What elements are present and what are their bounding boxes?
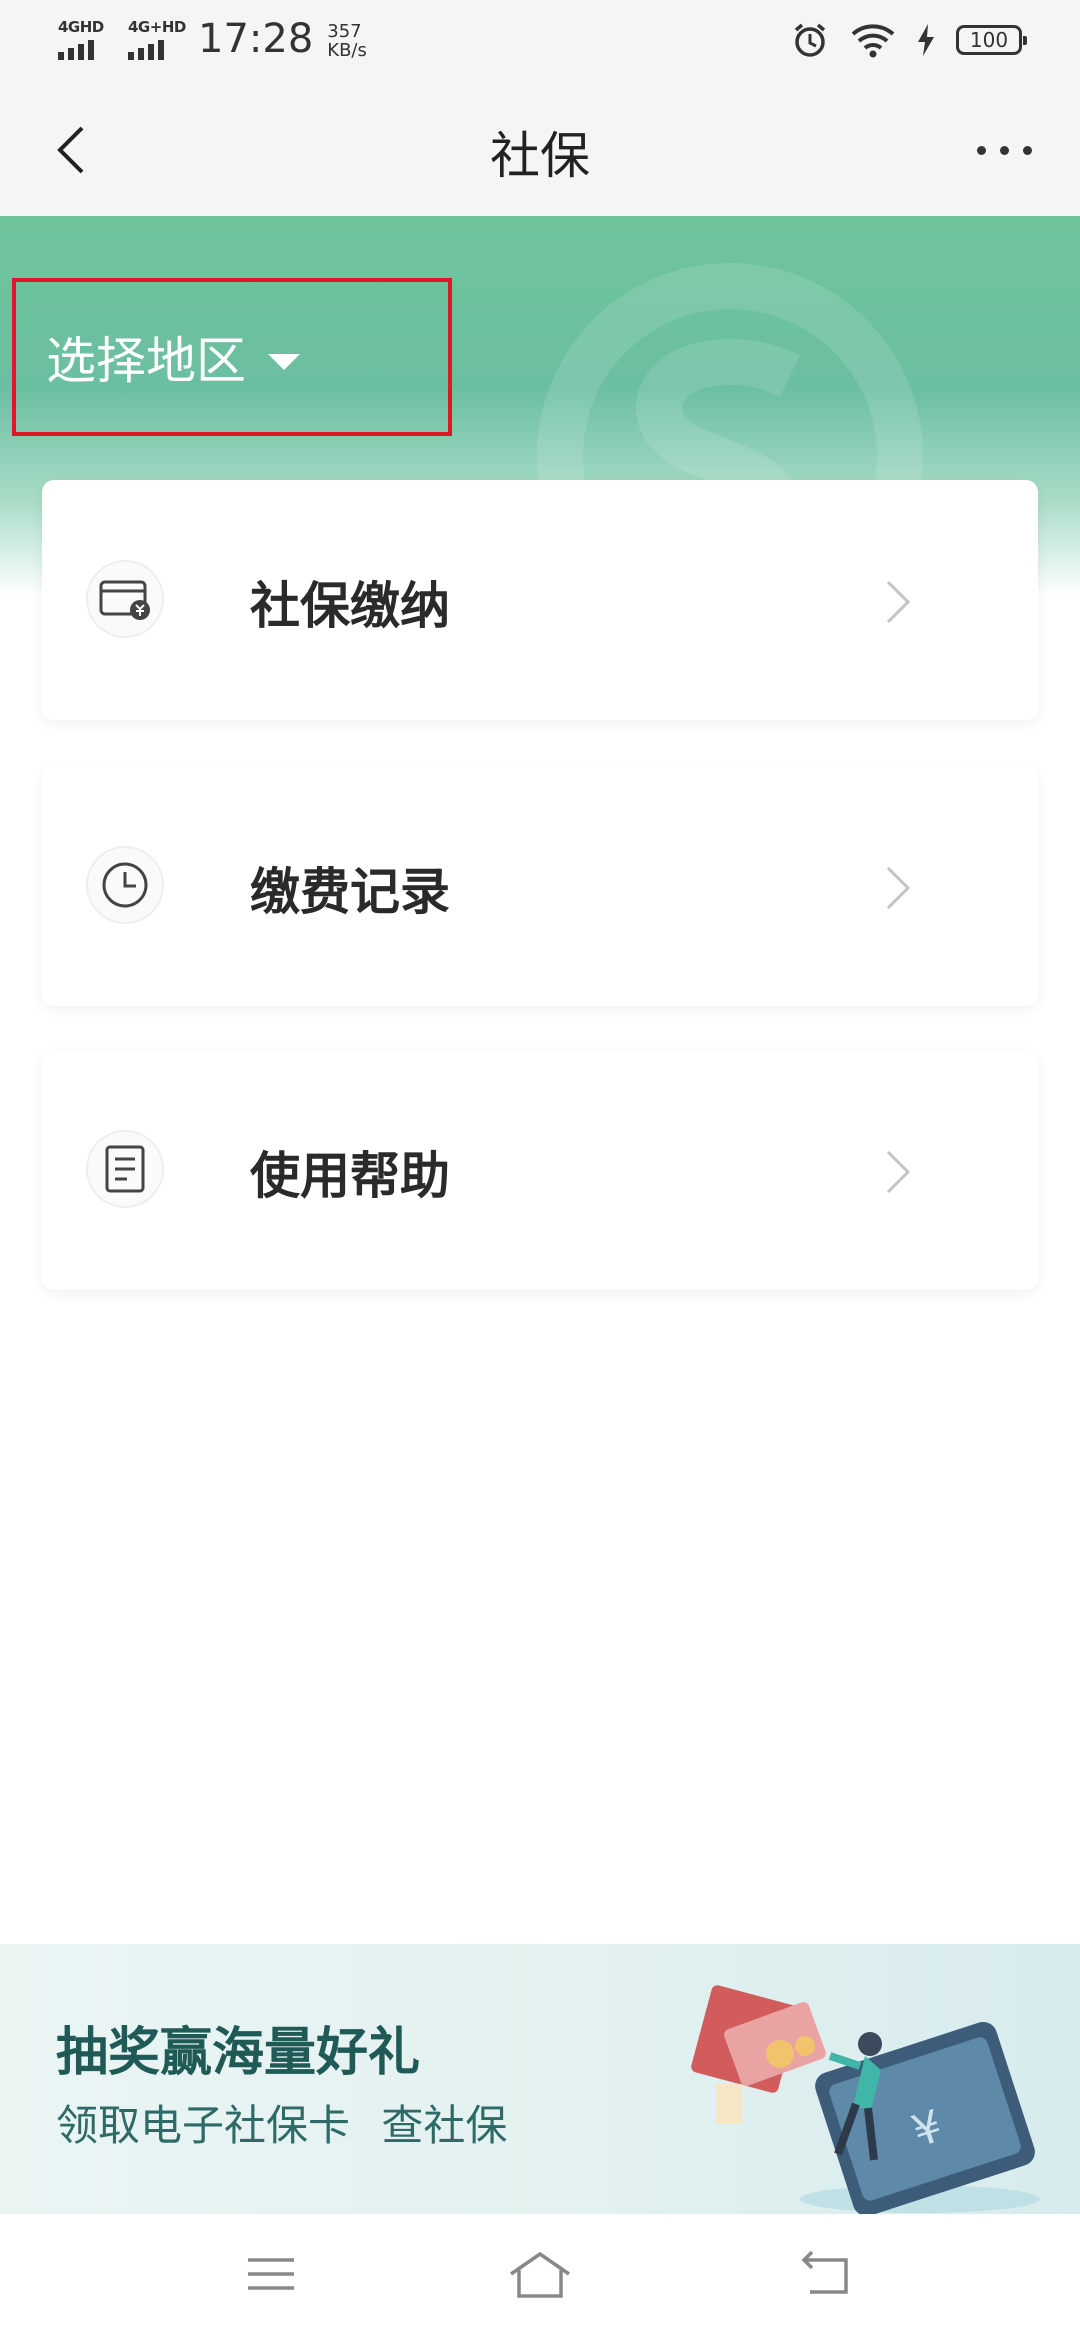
page-title: 社保 <box>490 127 590 185</box>
network-type-label: 4GHD <box>58 18 104 36</box>
signal-icon <box>58 40 94 60</box>
menu-item-label: 缴费记录 <box>250 863 450 921</box>
menu-item-help[interactable]: 使用帮助 <box>42 1050 1038 1290</box>
signal-icon <box>128 40 164 60</box>
charging-icon <box>918 24 934 56</box>
system-navigation-bar <box>0 2214 1080 2340</box>
wifi-icon <box>851 24 895 58</box>
promo-banner[interactable]: 抽奖赢海量好礼 领取电子社保卡 查社保 ¥ <box>0 1944 1080 2214</box>
status-time: 17:28 <box>198 16 314 62</box>
promo-subtitle: 领取电子社保卡 查社保 <box>56 2101 508 2150</box>
network-indicator-1: 4GHD <box>58 18 106 60</box>
network-type-label: 4G+HD <box>128 18 186 36</box>
menu-icon[interactable] <box>236 2244 306 2304</box>
app-header: 社保 <box>0 84 1080 216</box>
menu-item-label: 社保缴纳 <box>250 577 450 635</box>
battery-icon: 100 <box>956 25 1027 55</box>
menu-item-payment-records[interactable]: 缴费记录 <box>42 766 1038 1006</box>
caret-down-icon <box>268 354 300 370</box>
chevron-right-icon <box>886 866 911 910</box>
promo-title: 抽奖赢海量好礼 <box>56 2023 421 2083</box>
menu-item-social-security-payment[interactable]: 社保缴纳 <box>42 480 1038 720</box>
battery-level: 100 <box>969 28 1009 52</box>
menu-item-label: 使用帮助 <box>250 1147 450 1205</box>
clock-icon <box>86 846 164 924</box>
region-selector[interactable]: 选择地区 <box>12 278 452 436</box>
home-icon[interactable] <box>505 2244 575 2304</box>
status-left: 4GHD 4G+HD 17:28 357 KB/s <box>58 18 367 60</box>
alarm-icon <box>794 23 826 57</box>
network-speed: 357 KB/s <box>327 22 367 60</box>
wallet-yuan-icon <box>86 560 164 638</box>
document-icon <box>86 1130 164 1208</box>
network-indicator-2: 4G+HD <box>128 18 186 60</box>
back-icon[interactable] <box>790 2244 860 2304</box>
network-speed-value: 357 <box>327 21 362 42</box>
chevron-right-icon <box>886 580 911 624</box>
status-right: 100 <box>790 20 1027 60</box>
more-dots-icon[interactable] <box>964 120 1044 180</box>
region-selector-label: 选择地区 <box>46 332 246 390</box>
chevron-right-icon <box>886 1150 911 1194</box>
status-bar: 4GHD 4G+HD 17:28 357 KB/s 100 <box>0 0 1080 84</box>
network-speed-unit: KB/s <box>327 40 367 61</box>
promo-illustration: ¥ <box>691 1985 1040 2214</box>
